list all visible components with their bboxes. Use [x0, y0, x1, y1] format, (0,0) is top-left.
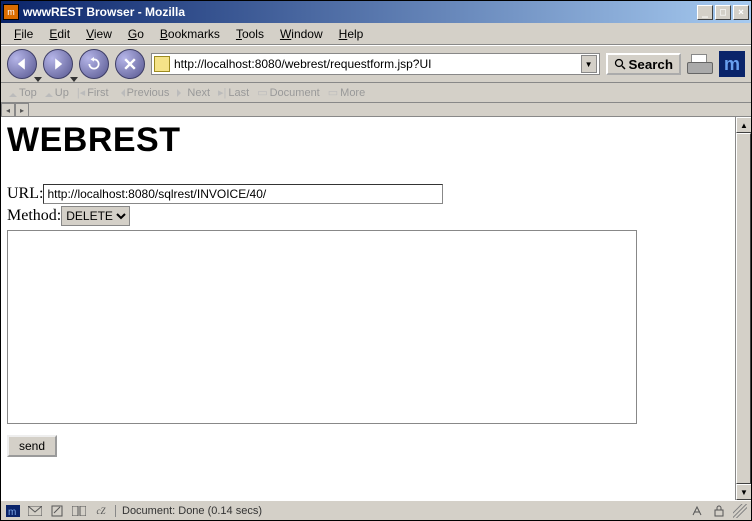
address-book-icon[interactable]	[71, 504, 87, 518]
send-button[interactable]: send	[7, 435, 57, 457]
tab-scroll-row: ◂ ▸	[1, 103, 751, 117]
reload-icon	[87, 57, 101, 71]
url-input[interactable]	[43, 184, 443, 204]
address-dropdown-button[interactable]: ▼	[581, 55, 597, 73]
menu-window[interactable]: Window	[273, 25, 330, 43]
irc-icon[interactable]: cZ	[93, 504, 109, 518]
menu-tools[interactable]: Tools	[229, 25, 271, 43]
body-textarea[interactable]	[7, 230, 637, 424]
address-input[interactable]	[174, 54, 577, 74]
status-right	[689, 504, 747, 518]
menu-bookmarks[interactable]: Bookmarks	[153, 25, 227, 43]
menu-file[interactable]: File	[7, 25, 40, 43]
toolbar-nav: ▼ Search m	[1, 45, 751, 83]
app-icon: m	[3, 4, 19, 20]
vertical-scrollbar[interactable]: ▲ ▼	[735, 117, 751, 500]
offline-icon[interactable]	[689, 504, 705, 518]
minimize-button[interactable]: _	[697, 5, 713, 20]
throbber-icon[interactable]: m	[719, 51, 745, 77]
svg-text:m: m	[8, 507, 16, 517]
nav-previous[interactable]: Previous	[117, 87, 170, 99]
nav-first[interactable]: |◂First	[77, 86, 109, 99]
menu-help[interactable]: Help	[332, 25, 371, 43]
page-heading: WEBREST	[7, 121, 729, 160]
window-title: wwwREST Browser - Mozilla	[23, 5, 697, 19]
security-lock-icon[interactable]	[711, 504, 727, 518]
menu-go[interactable]: Go	[121, 25, 151, 43]
maximize-button[interactable]: □	[715, 5, 731, 20]
forward-button[interactable]	[43, 49, 73, 79]
nav-more[interactable]: ▭More	[328, 86, 365, 99]
url-row: URL:	[7, 184, 729, 204]
address-bar: ▼	[151, 53, 600, 75]
menubar: File Edit View Go Bookmarks Tools Window…	[1, 23, 751, 45]
statusbar: m cZ Document: Done (0.14 secs)	[1, 500, 751, 520]
scroll-down-button[interactable]: ▼	[736, 484, 751, 500]
nav-next[interactable]: Next	[177, 87, 210, 99]
composer-icon[interactable]	[49, 504, 65, 518]
menu-view[interactable]: View	[79, 25, 119, 43]
tab-scroll-right[interactable]: ▸	[15, 103, 29, 117]
close-button[interactable]: ×	[733, 5, 749, 20]
nav-up[interactable]: Up	[45, 87, 69, 99]
nav-last[interactable]: ▸|Last	[218, 86, 249, 99]
toolbar-site-nav: Top Up |◂First Previous Next ▸|Last ▭Doc…	[1, 83, 751, 103]
nav-top[interactable]: Top	[9, 87, 37, 99]
search-button[interactable]: Search	[606, 53, 681, 75]
scroll-track[interactable]	[736, 133, 751, 484]
method-row: Method: DELETE	[7, 206, 729, 226]
stop-icon	[124, 58, 136, 70]
reload-button[interactable]	[79, 49, 109, 79]
print-button[interactable]	[687, 52, 713, 76]
bookmark-icon[interactable]	[154, 56, 170, 72]
scroll-thumb[interactable]	[736, 133, 751, 484]
mail-icon[interactable]	[27, 504, 43, 518]
arrow-left-icon	[15, 57, 29, 71]
tab-scroll-left[interactable]: ◂	[1, 103, 15, 117]
page-content: WEBREST URL: Method: DELETE send	[1, 117, 735, 500]
search-icon	[614, 58, 626, 70]
navigator-icon[interactable]: m	[5, 504, 21, 518]
search-label: Search	[629, 57, 673, 72]
status-text: Document: Done (0.14 secs)	[115, 505, 683, 517]
stop-button[interactable]	[115, 49, 145, 79]
menu-edit[interactable]: Edit	[42, 25, 77, 43]
toolbar-right: m	[687, 51, 745, 77]
titlebar: m wwwREST Browser - Mozilla _ □ ×	[1, 1, 751, 23]
back-button[interactable]	[7, 49, 37, 79]
content-wrap: WEBREST URL: Method: DELETE send ▲ ▼	[1, 117, 751, 500]
nav-document[interactable]: ▭Document	[257, 86, 320, 99]
scroll-up-button[interactable]: ▲	[736, 117, 751, 133]
window-controls: _ □ ×	[697, 5, 749, 20]
method-label: Method:	[7, 207, 61, 225]
url-label: URL:	[7, 185, 43, 203]
status-icons: m cZ	[5, 504, 109, 518]
method-select[interactable]: DELETE	[61, 206, 130, 226]
arrow-right-icon	[51, 57, 65, 71]
resize-grip[interactable]	[733, 504, 747, 518]
